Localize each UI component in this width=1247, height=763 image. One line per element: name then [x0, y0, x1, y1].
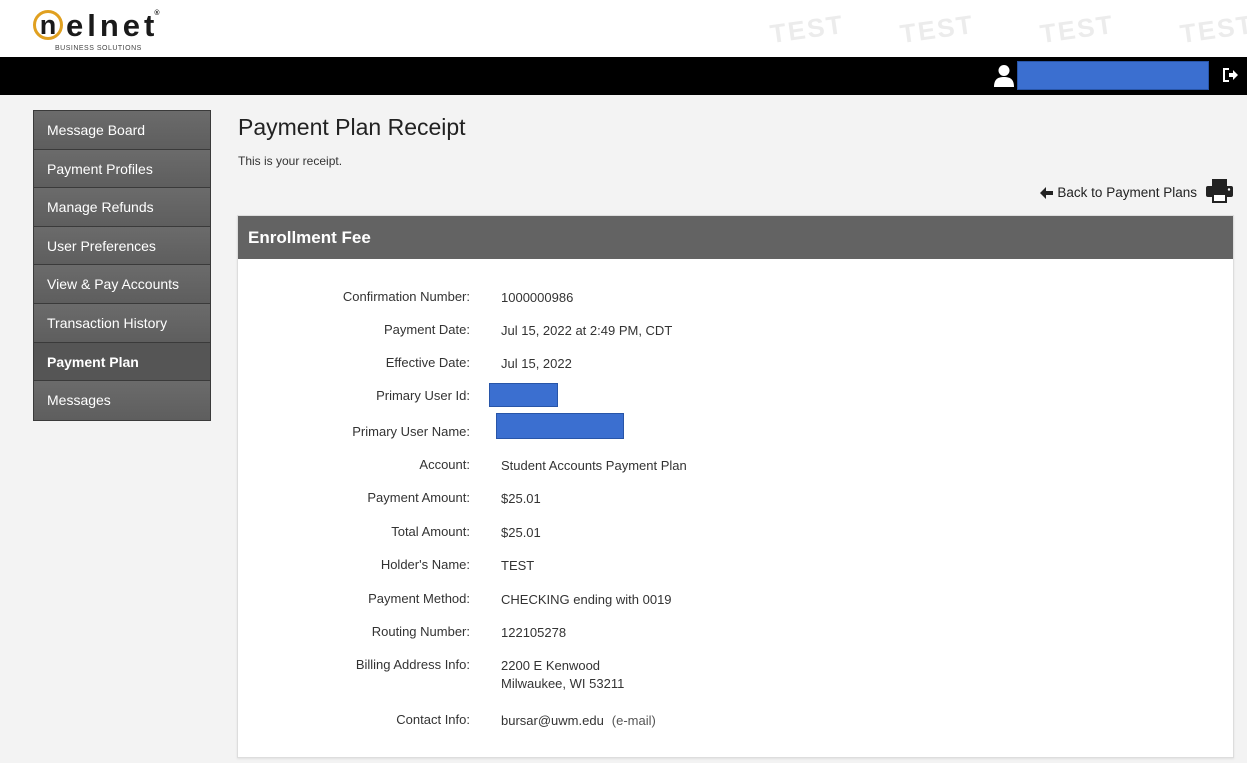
account-row: Account: Student Accounts Payment Plan	[238, 457, 1233, 477]
logo-tagline: BUSINESS SOLUTIONS	[55, 45, 142, 52]
field-label: Holder's Name:	[380, 557, 470, 572]
payment-method-value: CHECKING ending with 0019	[501, 592, 672, 607]
back-to-payment-plans-link[interactable]: Back to Payment Plans	[1040, 185, 1197, 200]
field-label: Contact Info:	[396, 712, 470, 727]
primary-user-name-redacted	[496, 413, 624, 439]
primary-user-id-row: Primary User Id:	[238, 383, 1233, 408]
arrow-left-icon	[1040, 186, 1054, 199]
field-label: Payment Amount:	[367, 490, 470, 505]
logo-wordmark: n elnet®	[33, 8, 160, 42]
logo-n-letter: n	[39, 9, 57, 40]
receipt-panel: Enrollment Fee Confirmation Number: 1000…	[237, 215, 1234, 758]
test-watermark: TEST	[898, 8, 977, 50]
payment-date-value: Jul 15, 2022 at 2:49 PM, CDT	[501, 323, 673, 338]
payment-method-row: Payment Method: CHECKING ending with 001…	[238, 591, 1233, 611]
page-title: Payment Plan Receipt	[238, 114, 466, 140]
holders-name-value: TEST	[501, 558, 535, 573]
user-name-redacted[interactable]	[1017, 61, 1209, 90]
contact-info-value: bursar@uwm.edu (e-mail)	[501, 712, 656, 730]
field-label: Effective Date:	[385, 355, 470, 370]
page-subtitle: This is your receipt.	[238, 154, 343, 168]
field-label: Total Amount:	[391, 524, 470, 539]
sidebar-item-user-preferences[interactable]: User Preferences	[34, 226, 210, 266]
test-watermark: TEST	[768, 8, 847, 50]
field-label: Routing Number:	[371, 624, 470, 639]
primary-user-id-redacted	[489, 383, 558, 407]
logo-bar: n elnet® BUSINESS SOLUTIONS TEST TEST TE…	[0, 0, 1247, 57]
billing-address-line2: Milwaukee, WI 53211	[501, 676, 625, 691]
field-label: Account:	[419, 457, 470, 472]
logo-n-ring: n	[33, 10, 63, 40]
sidebar-item-view-pay-accounts[interactable]: View & Pay Accounts	[34, 265, 210, 304]
billing-address-row: Billing Address Info: 2200 E Kenwood Mil…	[238, 657, 1233, 697]
confirmation-number-row: Confirmation Number: 1000000986	[238, 289, 1233, 309]
sidebar-item-messages[interactable]: Messages	[34, 381, 210, 420]
test-watermark: TEST	[1178, 8, 1247, 50]
logout-icon[interactable]	[1221, 66, 1239, 84]
total-amount-row: Total Amount: $25.01	[238, 524, 1233, 544]
effective-date-row: Effective Date: Jul 15, 2022	[238, 355, 1233, 375]
total-amount-value: $25.01	[501, 525, 541, 540]
payment-amount-row: Payment Amount: $25.01	[238, 490, 1233, 510]
field-label: Payment Date:	[384, 322, 470, 337]
confirmation-number-value: 1000000986	[501, 290, 574, 305]
contact-info-row: Contact Info: bursar@uwm.edu (e-mail)	[238, 712, 1233, 732]
nelnet-logo[interactable]: n elnet® BUSINESS SOLUTIONS	[33, 8, 178, 56]
billing-address-value: 2200 E Kenwood Milwaukee, WI 53211	[501, 657, 624, 693]
logo-rest-letters: elnet	[66, 7, 159, 43]
contact-email: bursar@uwm.edu	[501, 713, 604, 728]
sidebar-nav: Message Board Payment Profiles Manage Re…	[33, 110, 211, 421]
print-icon[interactable]	[1206, 179, 1233, 203]
field-label: Primary User Name:	[352, 424, 470, 439]
sidebar-item-message-board[interactable]: Message Board	[34, 111, 210, 150]
effective-date-value: Jul 15, 2022	[501, 356, 572, 371]
sidebar-item-payment-profiles[interactable]: Payment Profiles	[34, 149, 210, 189]
account-value: Student Accounts Payment Plan	[501, 458, 687, 473]
test-watermark: TEST	[1038, 8, 1117, 50]
field-label: Billing Address Info:	[355, 657, 470, 672]
logo-letters: elnet®	[66, 10, 160, 41]
routing-number-value: 122105278	[501, 625, 567, 640]
panel-header: Enrollment Fee	[238, 216, 1233, 259]
sidebar-item-payment-plan[interactable]: Payment Plan	[34, 342, 210, 382]
logo-registered-mark: ®	[154, 9, 160, 17]
contact-type: (e-mail)	[611, 713, 656, 728]
field-label: Primary User Id:	[376, 388, 470, 403]
billing-address-line1: 2200 E Kenwood	[501, 658, 601, 673]
sidebar-item-manage-refunds[interactable]: Manage Refunds	[34, 188, 210, 227]
primary-user-name-row: Primary User Name:	[238, 413, 1233, 444]
sidebar-item-transaction-history[interactable]: Transaction History	[34, 303, 210, 343]
payment-date-row: Payment Date: Jul 15, 2022 at 2:49 PM, C…	[238, 322, 1233, 342]
field-label: Payment Method:	[368, 591, 470, 606]
holders-name-row: Holder's Name: TEST	[238, 557, 1233, 577]
routing-number-row: Routing Number: 122105278	[238, 624, 1233, 644]
back-link-label: Back to Payment Plans	[1057, 185, 1197, 200]
user-icon[interactable]	[993, 64, 1015, 88]
payment-amount-value: $25.01	[501, 491, 541, 506]
field-label: Confirmation Number:	[342, 289, 470, 304]
